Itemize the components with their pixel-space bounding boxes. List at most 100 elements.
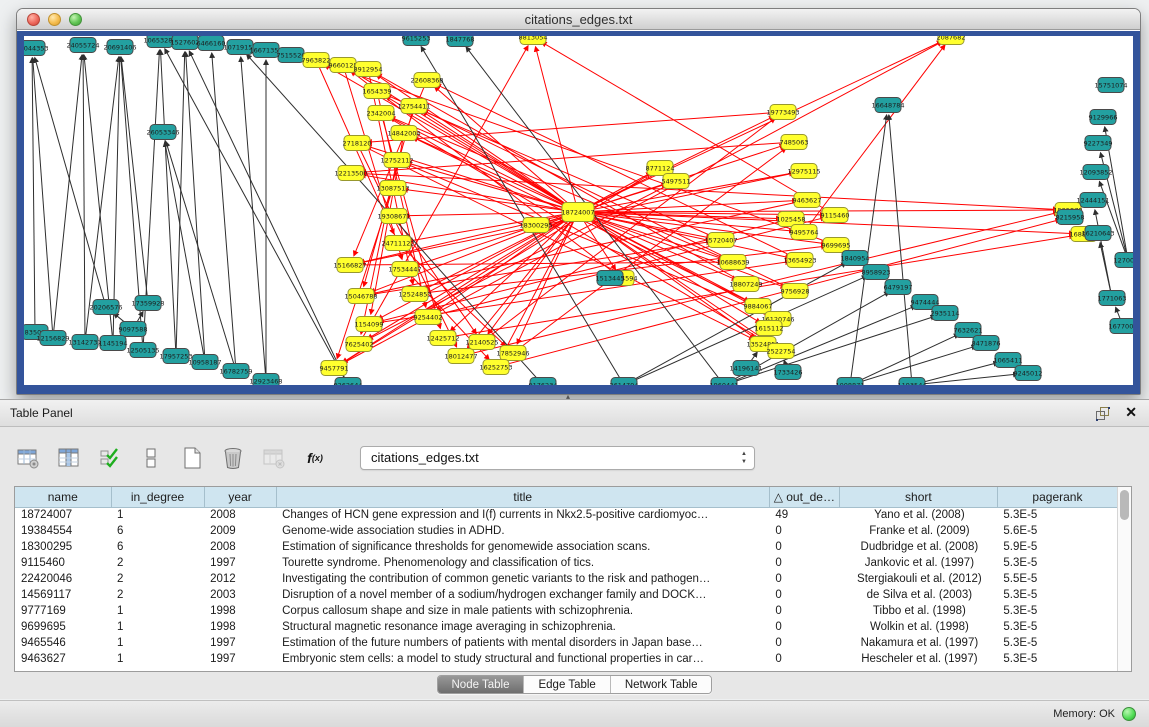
graph-node[interactable]: 2342004 — [367, 106, 396, 121]
graph-node[interactable]: 13654923 — [783, 253, 816, 268]
graph-node[interactable]: 7485063 — [780, 135, 809, 150]
graph-node[interactable]: 18300295 — [519, 218, 552, 233]
graph-node[interactable]: 24055724 — [66, 38, 99, 53]
close-panel-icon[interactable]: ✕ — [1125, 404, 1137, 421]
graph-node[interactable]: 12752112 — [380, 153, 413, 168]
graph-node[interactable]: 9129966 — [1089, 110, 1118, 125]
graph-node[interactable]: 1615112 — [755, 321, 784, 336]
vertical-scrollbar[interactable] — [1117, 487, 1131, 671]
column-header-year[interactable]: year — [204, 487, 276, 507]
graph-node[interactable]: 8912954 — [354, 62, 383, 77]
graph-node[interactable]: 17534447 — [388, 262, 421, 277]
graph-node[interactable]: 6466160 — [197, 36, 226, 51]
tab-node-table[interactable]: Node Table — [438, 676, 525, 693]
graph-node[interactable]: 9463627 — [793, 193, 822, 208]
graph-node[interactable]: 26053346 — [146, 125, 179, 140]
graph-node[interactable]: 19773493 — [766, 105, 799, 120]
graph-node[interactable]: 13142737 — [68, 335, 101, 350]
select-all-icon[interactable] — [96, 444, 124, 472]
graph-node[interactable]: 8958923 — [862, 265, 891, 280]
column-header-name[interactable]: name — [15, 487, 111, 507]
graph-node[interactable]: 9254402 — [414, 310, 443, 325]
column-header-pagerank[interactable]: pagerank — [997, 487, 1117, 507]
graph-node[interactable]: 12156829 — [36, 331, 69, 346]
graph-node[interactable]: 9245012 — [1014, 366, 1043, 381]
graph-node[interactable]: 13087513 — [376, 181, 409, 196]
graph-node[interactable]: 17852946 — [496, 346, 529, 361]
graph-node[interactable]: 9176234 — [529, 378, 558, 388]
graph-node[interactable]: 12425712 — [426, 331, 459, 346]
graph-node[interactable]: 12213500 — [334, 166, 367, 181]
graph-node[interactable]: 1193544 — [898, 378, 927, 388]
graph-node[interactable]: 12444151 — [1076, 193, 1109, 208]
graph-node[interactable]: 1145194 — [99, 336, 128, 351]
function-builder-icon[interactable]: f(x) — [301, 444, 329, 472]
graph-node[interactable]: 9615253 — [402, 36, 431, 46]
graph-node[interactable]: 8471876 — [972, 336, 1001, 351]
column-header-in_degree[interactable]: in_degree — [111, 487, 204, 507]
graph-node[interactable]: 9115460 — [821, 208, 850, 223]
graph-node[interactable]: 6479197 — [884, 280, 913, 295]
graph-node[interactable]: 1270063 — [1114, 253, 1135, 268]
graph-node[interactable]: 7963822 — [302, 53, 331, 68]
graph-node[interactable]: 1847768 — [446, 36, 475, 47]
graph-node[interactable]: 15166827 — [333, 258, 366, 273]
graph-node[interactable]: 15751074 — [1094, 78, 1127, 93]
graph-node[interactable]: 2522754 — [767, 344, 796, 359]
column-header-out_de[interactable]: △ out_de… — [769, 487, 839, 507]
graph-node[interactable]: 12505135 — [126, 343, 159, 358]
graph-node[interactable]: 16782759 — [219, 364, 252, 379]
graph-node[interactable]: 10958187 — [188, 355, 221, 370]
column-header-short[interactable]: short — [839, 487, 997, 507]
graph-node[interactable]: 9495764 — [790, 225, 819, 240]
graph-node[interactable]: 1771063 — [1098, 291, 1127, 306]
citation-network-graph[interactable]: 1872400718300295160443532405572420691406… — [24, 36, 1135, 387]
float-panel-icon[interactable] — [1095, 406, 1111, 422]
scrollbar-thumb[interactable] — [1120, 490, 1129, 520]
new-document-icon[interactable] — [178, 444, 206, 472]
graph-node[interactable]: 1527602 — [171, 36, 200, 50]
graph-node[interactable]: 5497511 — [662, 174, 691, 189]
graph-node[interactable]: 18807249 — [729, 277, 762, 292]
table-selector-dropdown[interactable]: citations_edges.txt ▲▼ — [360, 446, 755, 470]
graph-node[interactable]: 14196141 — [729, 361, 762, 376]
graph-node[interactable]: 2718120 — [343, 136, 372, 151]
table-row[interactable]: 1872400712008Changes of HCN gene express… — [15, 507, 1118, 523]
graph-node[interactable]: 16648784 — [871, 98, 904, 113]
graph-node[interactable]: 1513445 — [596, 271, 625, 286]
graph-node[interactable]: 16252753 — [479, 360, 512, 375]
graph-node[interactable]: 9227349 — [1084, 136, 1113, 151]
table-row[interactable]: 946362711997Embryonic stem cells: a mode… — [15, 651, 1118, 667]
network-canvas[interactable]: 1872400718300295160443532405572420691406… — [17, 31, 1140, 394]
graph-node[interactable]: 22608368 — [410, 73, 443, 88]
graph-node[interactable]: 12093852 — [1079, 165, 1112, 180]
tab-network-table[interactable]: Network Table — [611, 676, 712, 693]
graph-node[interactable]: 9097588 — [119, 322, 148, 337]
table-row[interactable]: 977716911998Corpus callosum shape and si… — [15, 603, 1118, 619]
graph-node[interactable]: 18724007 — [561, 203, 594, 222]
graph-node[interactable]: 1733426 — [774, 365, 803, 380]
window-titlebar[interactable]: citations_edges.txt — [17, 9, 1140, 30]
graph-node[interactable]: 9262644 — [334, 378, 363, 388]
graph-node[interactable]: 24711122 — [381, 236, 414, 251]
table-row[interactable]: 969969511998Structural magnetic resonanc… — [15, 619, 1118, 635]
graph-node[interactable]: 12524853 — [398, 287, 431, 302]
graph-node[interactable]: 12754411 — [397, 99, 430, 114]
graph-node[interactable]: 12923468 — [249, 374, 282, 388]
graph-node[interactable]: 8813054 — [519, 36, 548, 45]
graph-node[interactable]: 15046788 — [344, 289, 377, 304]
graph-node[interactable]: 16210643 — [1081, 226, 1114, 241]
graph-node[interactable]: 20691406 — [103, 40, 136, 55]
graph-node[interactable]: 15720407 — [704, 233, 737, 248]
graph-node[interactable]: 1840954 — [841, 251, 870, 266]
graph-node[interactable]: 8215958 — [1056, 210, 1085, 225]
graph-node[interactable]: 12975115 — [787, 164, 820, 179]
column-header-title[interactable]: title — [276, 487, 769, 507]
show-columns-icon[interactable] — [55, 444, 83, 472]
table-row[interactable]: 911546021997Tourette syndrome. Phenomeno… — [15, 555, 1118, 571]
graph-node[interactable]: 18012477 — [444, 349, 477, 364]
graph-node[interactable]: 2087682 — [937, 36, 966, 45]
graph-node[interactable]: 2614794 — [610, 378, 639, 388]
graph-node[interactable]: 19308671 — [377, 209, 410, 224]
graph-node[interactable]: 9756928 — [781, 284, 810, 299]
